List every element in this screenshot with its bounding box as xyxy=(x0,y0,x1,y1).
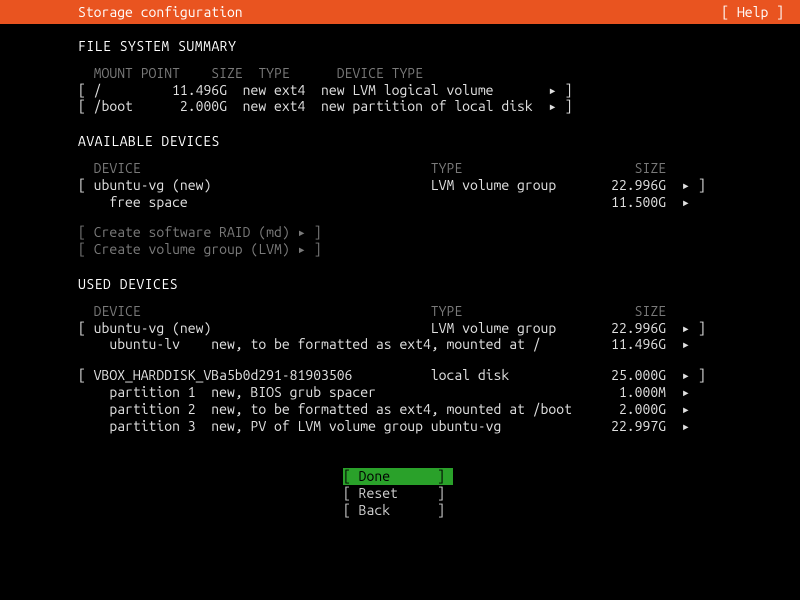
available-action[interactable]: [ Create volume group (LVM) ▸ ] xyxy=(78,241,800,258)
fs-summary-header: MOUNT POINT SIZE TYPE DEVICE TYPE xyxy=(78,65,800,82)
button-bar: [ Done ] [ Reset ] [ Back ] xyxy=(78,468,718,518)
main-content: FILE SYSTEM SUMMARY MOUNT POINT SIZE TYP… xyxy=(0,24,800,519)
reset-button[interactable]: [ Reset ] xyxy=(343,485,453,502)
used-device-row[interactable]: [ ubuntu-vg (new) LVM volume group 22.99… xyxy=(78,320,800,337)
done-button[interactable]: [ Done ] xyxy=(343,468,453,485)
used-devices-title: USED DEVICES xyxy=(78,276,800,293)
back-button[interactable]: [ Back ] xyxy=(343,502,453,519)
used-partition-row[interactable]: partition 1 new, BIOS grub spacer 1.000M… xyxy=(78,384,800,401)
used-header: DEVICE TYPE SIZE xyxy=(78,303,800,320)
used-device-row[interactable]: [ VBOX_HARDDISK_VBa5b0d291-81903506 loca… xyxy=(78,367,800,384)
available-row[interactable]: free space 11.500G ▸ xyxy=(78,194,800,211)
fs-summary-row[interactable]: [ /boot 2.000G new ext4 new partition of… xyxy=(78,98,800,115)
available-action[interactable]: [ Create software RAID (md) ▸ ] xyxy=(78,224,800,241)
fs-summary-title: FILE SYSTEM SUMMARY xyxy=(78,38,800,55)
available-devices-title: AVAILABLE DEVICES xyxy=(78,133,800,150)
help-button[interactable]: [ Help ] xyxy=(721,4,784,21)
fs-summary-row[interactable]: [ / 11.496G new ext4 new LVM logical vol… xyxy=(78,82,800,99)
used-partition-row[interactable]: ubuntu-lv new, to be formatted as ext4, … xyxy=(78,336,800,353)
title-bar: Storage configuration [ Help ] xyxy=(0,0,800,24)
available-header: DEVICE TYPE SIZE xyxy=(78,160,800,177)
page-title: Storage configuration xyxy=(78,4,243,21)
used-partition-row[interactable]: partition 2 new, to be formatted as ext4… xyxy=(78,401,800,418)
available-row[interactable]: [ ubuntu-vg (new) LVM volume group 22.99… xyxy=(78,177,800,194)
used-partition-row[interactable]: partition 3 new, PV of LVM volume group … xyxy=(78,418,800,435)
